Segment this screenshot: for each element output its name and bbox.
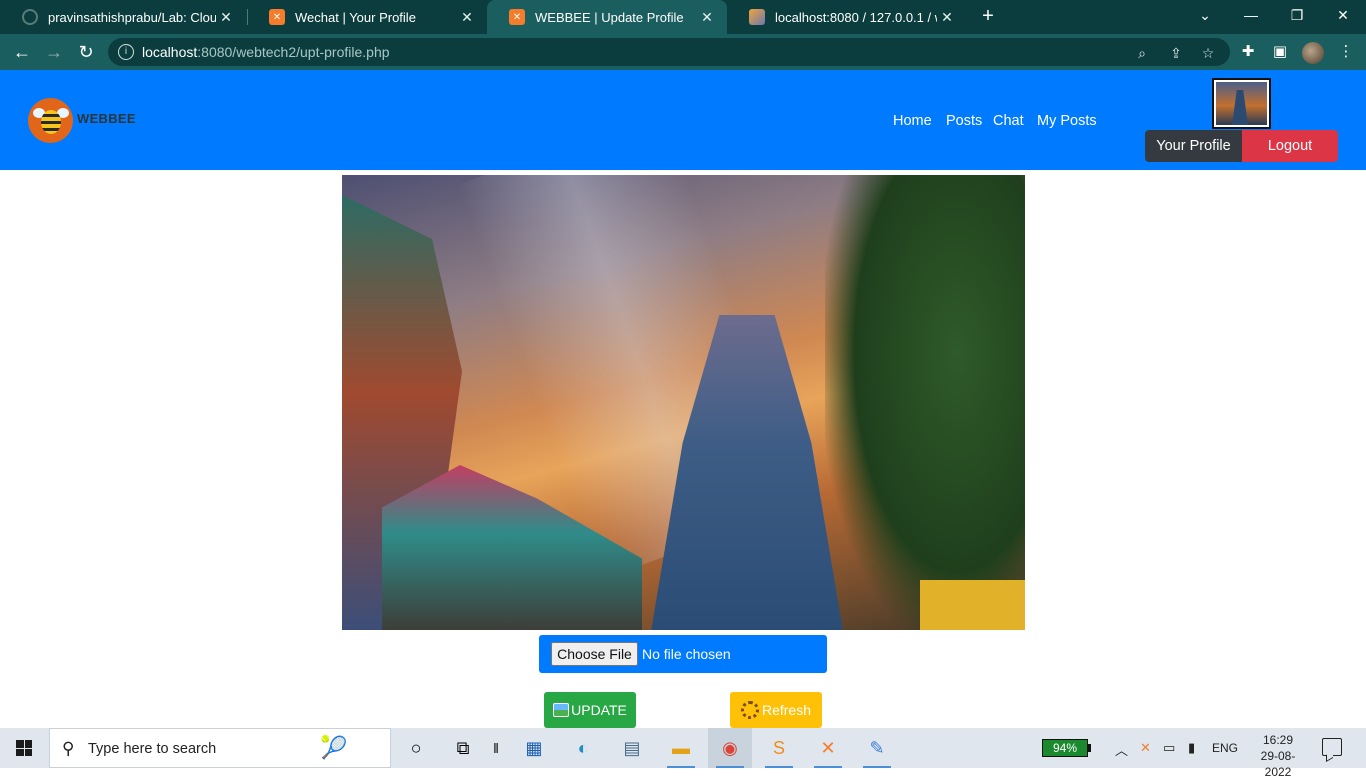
bookmark-star-icon[interactable]: ☆: [1198, 43, 1218, 63]
github-icon: [22, 9, 38, 25]
phpmyadmin-icon: [749, 9, 765, 25]
site-info-icon[interactable]: i: [118, 44, 134, 60]
close-icon[interactable]: ✕: [697, 9, 717, 26]
xampp-tray-icon[interactable]: ✕: [1140, 740, 1151, 756]
extensions-puzzle-icon[interactable]: ✚: [1238, 42, 1258, 62]
browser-profile-avatar[interactable]: [1302, 42, 1324, 64]
file-upload-box: Choose File No file chosen: [539, 635, 827, 673]
battery-indicator[interactable]: 94%: [1042, 739, 1091, 757]
network-icon[interactable]: ▭: [1163, 740, 1175, 756]
profile-thumbnail[interactable]: [1212, 78, 1271, 129]
close-icon[interactable]: ✕: [937, 9, 957, 26]
address-bar[interactable]: i localhost:8080/webtech2/upt-profile.ph…: [108, 38, 1230, 66]
file-status-text: No file chosen: [642, 646, 731, 662]
chrome-icon[interactable]: ◉: [708, 728, 752, 768]
refresh-spinner-icon: [740, 701, 759, 719]
brand-name[interactable]: WEBBEE: [77, 111, 136, 126]
tab-title: WEBBEE | Update Profile: [535, 9, 684, 25]
tab-wechat-profile[interactable]: ✕ Wechat | Your Profile ✕: [247, 0, 487, 34]
close-icon[interactable]: ✕: [216, 9, 236, 26]
system-clock[interactable]: 16:29 29-08-2022: [1248, 732, 1308, 780]
nav-link-my-posts[interactable]: My Posts: [1037, 113, 1097, 129]
language-indicator[interactable]: ENG: [1212, 741, 1238, 755]
xampp-taskbar-icon[interactable]: ✕: [806, 728, 850, 768]
nav-link-posts[interactable]: Posts: [946, 113, 982, 129]
back-arrow-icon[interactable]: ←: [10, 40, 34, 64]
nav-link-home[interactable]: Home: [893, 113, 932, 129]
tab-search-chevron-icon[interactable]: ⌄: [1182, 0, 1228, 30]
taskbar-search-input[interactable]: ⚲ Type here to search 🎾: [49, 728, 391, 768]
paint-icon[interactable]: ✎: [855, 728, 899, 768]
store-icon[interactable]: ▦: [512, 728, 556, 768]
cortana-icon[interactable]: ○: [394, 728, 438, 768]
update-button[interactable]: UPDATE: [544, 692, 636, 728]
window-close-button[interactable]: ✕: [1320, 0, 1366, 30]
search-placeholder: Type here to search: [88, 741, 217, 757]
your-profile-button[interactable]: Your Profile: [1145, 130, 1242, 162]
new-tab-button[interactable]: +: [976, 4, 1000, 28]
share-icon[interactable]: ⇪: [1166, 43, 1186, 63]
tab-update-profile[interactable]: ✕ WEBBEE | Update Profile ✕: [487, 0, 727, 34]
forward-arrow-icon[interactable]: →: [42, 40, 66, 64]
notification-icon[interactable]: [1322, 738, 1342, 756]
close-icon[interactable]: ✕: [457, 9, 477, 26]
minimize-button[interactable]: —: [1228, 0, 1274, 30]
clock-time: 16:29: [1262, 733, 1294, 747]
nav-link-chat[interactable]: Chat: [993, 113, 1024, 129]
show-hidden-icons-chevron-icon[interactable]: ︿: [1115, 740, 1128, 759]
photos-icon[interactable]: ▤: [610, 728, 654, 768]
logout-button[interactable]: Logout: [1242, 130, 1338, 162]
clock-date: 29-08-2022: [1260, 749, 1296, 779]
browser-tab-strip: pravinsathishprabu/Lab: Cloud C ✕ ✕ Wech…: [0, 0, 1366, 34]
profile-image: [342, 175, 1025, 630]
search-highlight-icon: 🎾: [320, 735, 348, 760]
tab-phpmyadmin[interactable]: localhost:8080 / 127.0.0.1 / webp ✕: [727, 0, 967, 34]
refresh-button-label: Refresh: [761, 702, 812, 718]
file-explorer-icon[interactable]: ▬: [659, 728, 703, 768]
restore-button[interactable]: ❐: [1274, 0, 1320, 30]
choose-file-button[interactable]: Choose File: [551, 642, 638, 666]
zoom-icon[interactable]: ⌕: [1132, 43, 1152, 63]
xampp-icon: ✕: [269, 9, 285, 25]
windows-taskbar: ⚲ Type here to search 🎾 ○ ⧉ ‖ ▦ ◐ ▤ ▬ ◉ …: [0, 728, 1366, 779]
refresh-button[interactable]: Refresh: [730, 692, 822, 728]
url-text[interactable]: localhost:8080/webtech2/upt-profile.php: [142, 44, 390, 60]
menu-kebab-icon[interactable]: ⋮: [1336, 42, 1356, 62]
reload-icon[interactable]: ↻: [74, 40, 98, 64]
xampp-icon: ✕: [509, 9, 525, 25]
edge-icon[interactable]: ◐: [561, 728, 605, 768]
windows-start-icon[interactable]: [16, 740, 32, 756]
browser-toolbar: ← → ↻ i localhost:8080/webtech2/upt-prof…: [0, 34, 1366, 70]
sublime-text-icon[interactable]: S: [757, 728, 801, 768]
image-icon: [553, 703, 570, 717]
update-button-label: UPDATE: [571, 702, 627, 718]
search-icon: ⚲: [62, 739, 75, 758]
battery-tray-icon[interactable]: ▮: [1188, 740, 1195, 756]
tab-github[interactable]: pravinsathishprabu/Lab: Cloud C ✕: [0, 0, 246, 34]
tab-title: Wechat | Your Profile: [295, 9, 416, 25]
tab-title: pravinsathishprabu/Lab: Cloud C: [48, 9, 216, 25]
tab-title: localhost:8080 / 127.0.0.1 / webp: [775, 9, 937, 25]
side-panel-icon[interactable]: ▣: [1270, 42, 1290, 62]
bee-logo-icon[interactable]: [28, 98, 73, 143]
site-navbar: WEBBEE Home Posts Chat My Posts Your Pro…: [0, 70, 1366, 170]
